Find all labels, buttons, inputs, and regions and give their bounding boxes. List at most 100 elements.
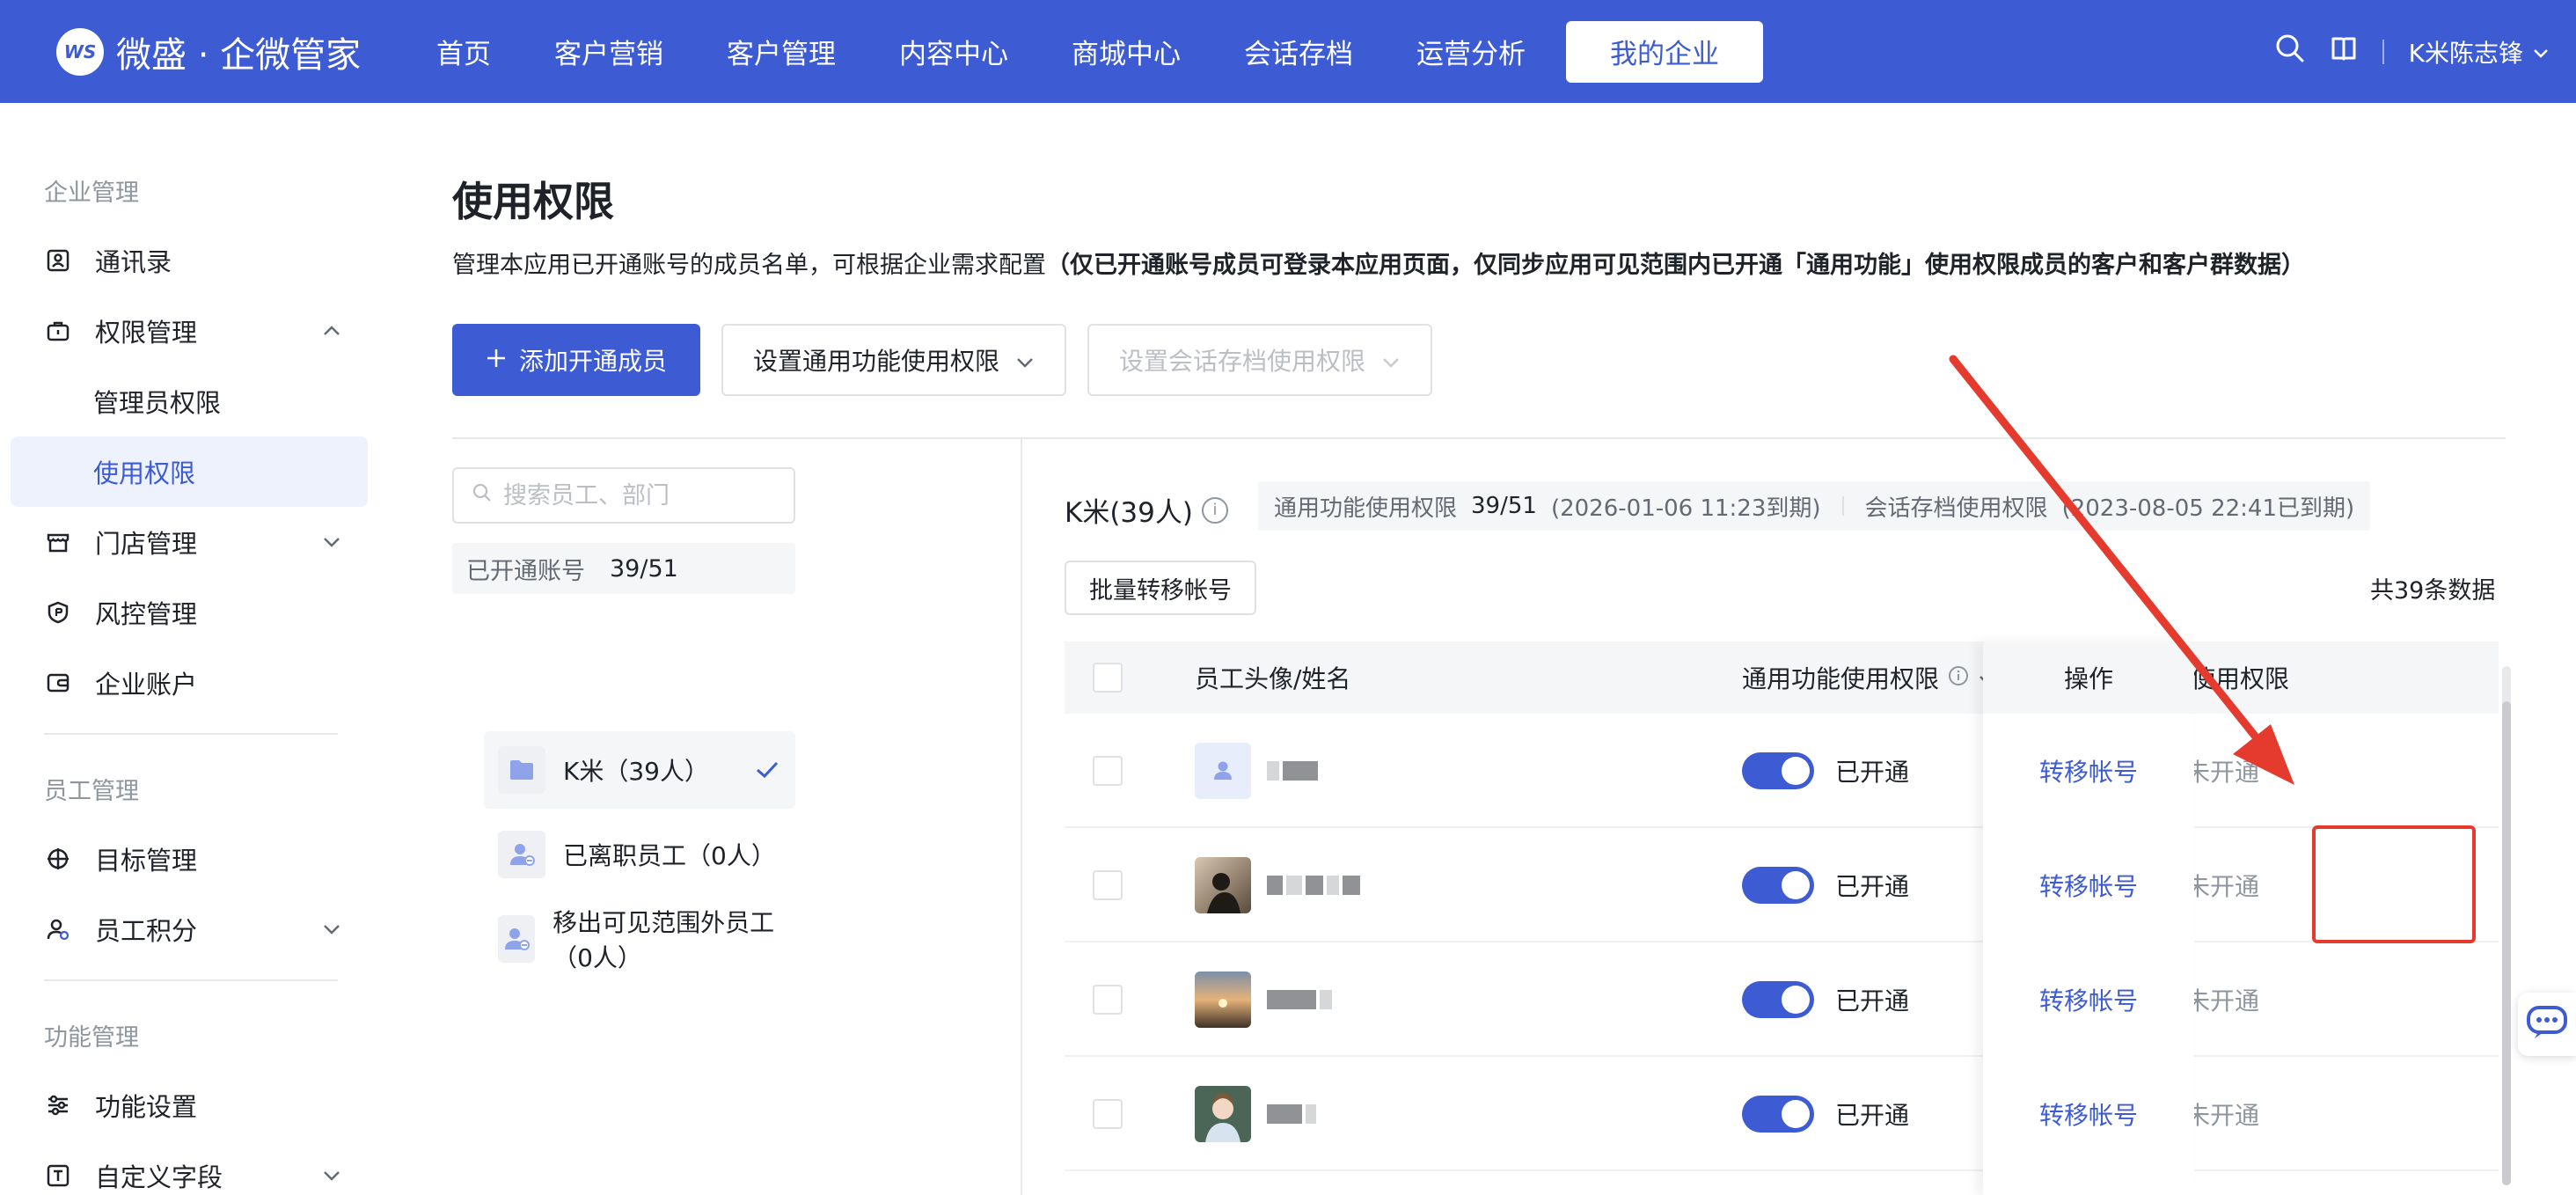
sidebar-item-risk[interactable]: 风控管理 <box>11 577 368 648</box>
nav-content-center[interactable]: 内容中心 <box>876 21 1031 83</box>
avatar <box>1195 1086 1251 1142</box>
sidebar-item-points[interactable]: 员工积分 <box>11 894 368 964</box>
target-icon <box>44 845 72 873</box>
opened-label: 已开通账号 <box>466 557 585 585</box>
sidebar-group-staff: 员工管理 <box>44 778 139 805</box>
toggle-label: 未开通 <box>2185 986 2260 1015</box>
select-all-checkbox[interactable] <box>1093 663 1123 693</box>
sidebar-divider <box>44 979 338 981</box>
sidebar-item-label: 目标管理 <box>95 846 198 876</box>
column-header-name: 员工头像/姓名 <box>1195 664 1351 693</box>
search-input[interactable] <box>503 481 767 510</box>
chevron-down-icon <box>322 919 341 941</box>
opened-value: 39/51 <box>610 554 678 583</box>
app-logo[interactable]: WS 微盛 · 企微管家 <box>56 26 361 77</box>
nav-home[interactable]: 首页 <box>413 21 514 83</box>
transfer-account-link[interactable]: 转移帐号 <box>1983 828 2194 942</box>
transfer-account-link[interactable]: 转移帐号 <box>1983 942 2194 1057</box>
general-permission-toggle[interactable] <box>1742 1096 1814 1133</box>
chevron-down-icon <box>1015 346 1035 375</box>
shield-icon <box>44 598 72 627</box>
transfer-account-link[interactable]: 转移帐号 <box>1983 714 2194 828</box>
avatar <box>1195 857 1251 913</box>
general-permission-toggle[interactable] <box>1742 752 1814 789</box>
toggle-label: 已开通 <box>1835 986 1910 1015</box>
sidebar-item-settings[interactable]: 功能设置 <box>11 1070 368 1140</box>
nav-operation-analysis[interactable]: 运营分析 <box>1394 21 1548 83</box>
search-box[interactable] <box>452 467 795 524</box>
sidebar-item-target[interactable]: 目标管理 <box>11 824 368 894</box>
avatar <box>1195 743 1251 799</box>
blurred-name <box>1267 1104 1316 1124</box>
sidebar-item-account[interactable]: 企业账户 <box>11 648 368 718</box>
chat-bubble-icon <box>2526 1005 2568 1044</box>
search-icon[interactable] <box>2275 33 2305 70</box>
add-member-button[interactable]: 添加开通成员 <box>452 324 700 396</box>
toggle-label: 未开通 <box>2185 872 2260 901</box>
row-checkbox[interactable] <box>1093 1099 1123 1129</box>
table-header: 员工头像/姓名 通用功能使用权限 会话存档使用权限 <box>1065 641 2499 714</box>
sidebar-item-usage-permission[interactable]: 使用权限 <box>11 436 368 507</box>
page-description: 管理本应用已开通账号的成员名单，可根据企业需求配置（仅已开通账号成员可登录本应用… <box>452 246 2305 280</box>
chevron-down-icon <box>322 1165 341 1187</box>
chat-assistant-button[interactable] <box>2518 993 2576 1056</box>
panel-divider <box>1021 438 1022 1195</box>
book-icon[interactable] <box>2330 34 2358 69</box>
sliders-icon <box>44 1091 72 1119</box>
nav-my-enterprise[interactable]: 我的企业 <box>1566 20 1763 83</box>
operation-column: 操作 转移帐号 转移帐号 转移帐号 转移帐号 <box>1983 641 2194 1195</box>
transfer-account-link[interactable]: 转移帐号 <box>1983 1057 2194 1171</box>
group-item-out-of-scope[interactable]: 移出可见范围外员工（0人） <box>484 900 795 978</box>
members-table: 员工头像/姓名 通用功能使用权限 会话存档使用权限 <box>1065 641 2499 1195</box>
main-content: 使用权限 管理本应用已开通账号的成员名单，可根据企业需求配置（仅已开通账号成员可… <box>380 103 2576 1195</box>
contacts-icon <box>44 246 72 275</box>
blurred-name <box>1267 761 1318 781</box>
group-item-resigned[interactable]: 已离职员工（0人） <box>484 816 795 893</box>
row-checkbox[interactable] <box>1093 756 1123 786</box>
general-permission-dropdown[interactable]: 设置通用功能使用权限 <box>721 324 1067 396</box>
sidebar-divider <box>44 733 338 735</box>
scrollbar-thumb[interactable] <box>2502 701 2511 1185</box>
department-title: K米(39人) i <box>1065 490 1228 530</box>
general-permission-cell: 已开通 <box>1742 828 1909 942</box>
nav-chat-archive[interactable]: 会话存档 <box>1221 21 1376 83</box>
batch-transfer-button[interactable]: 批量转移帐号 <box>1065 561 1256 615</box>
user-menu[interactable]: K米陈志锋 <box>2409 34 2550 70</box>
nav-customer-marketing[interactable]: 客户营销 <box>531 21 686 83</box>
general-permission-cell: 已开通 <box>1742 1057 1909 1171</box>
column-header-general[interactable]: 通用功能使用权限 <box>1742 641 1997 714</box>
sidebar-item-label: 企业账户 <box>95 670 198 700</box>
general-permission-cell: 已开通 <box>1742 714 1909 828</box>
general-permission-cell: 已开通 <box>1742 942 1909 1057</box>
logo-badge-icon: WS <box>56 28 104 76</box>
chevron-down-icon <box>322 532 341 554</box>
group-item-kmi[interactable]: K米（39人） <box>484 731 795 809</box>
sidebar-group-feature: 功能管理 <box>44 1024 139 1052</box>
sidebar-item-admin-permission[interactable]: 管理员权限 <box>11 366 368 436</box>
description-text: 管理本应用已开通账号的成员名单，可根据企业需求配置 <box>452 252 1046 279</box>
sidebar-item-label: 风控管理 <box>95 599 198 629</box>
total-count: 共39条数据 <box>2370 577 2496 605</box>
sidebar-item-store[interactable]: 门店管理 <box>11 507 368 577</box>
main-nav: 首页 客户营销 客户管理 内容中心 商城中心 会话存档 运营分析 我的企业 <box>413 0 1781 103</box>
chevron-down-icon <box>1381 346 1401 375</box>
divider <box>1841 496 1844 516</box>
table-scrollbar[interactable] <box>2502 666 2511 1185</box>
info-icon[interactable]: i <box>1201 496 1228 524</box>
info-icon[interactable] <box>1948 663 1969 693</box>
divider <box>452 437 2506 439</box>
user-minus-icon <box>498 831 545 878</box>
button-label: 添加开通成员 <box>518 347 667 376</box>
sidebar-item-label: 权限管理 <box>95 318 198 348</box>
general-permission-toggle[interactable] <box>1742 867 1814 904</box>
sidebar-item-contacts[interactable]: 通讯录 <box>11 225 368 296</box>
sidebar-item-permission[interactable]: 权限管理 <box>11 296 368 366</box>
nav-mall-center[interactable]: 商城中心 <box>1049 21 1204 83</box>
row-checkbox[interactable] <box>1093 870 1123 900</box>
nav-customer-management[interactable]: 客户管理 <box>704 21 859 83</box>
general-permission-toggle[interactable] <box>1742 981 1814 1018</box>
store-icon <box>44 528 72 556</box>
archive-permission-dropdown[interactable]: 设置会话存档使用权限 <box>1087 324 1433 396</box>
row-checkbox[interactable] <box>1093 985 1123 1015</box>
sidebar-item-custom-fields[interactable]: 自定义字段 <box>11 1140 368 1195</box>
